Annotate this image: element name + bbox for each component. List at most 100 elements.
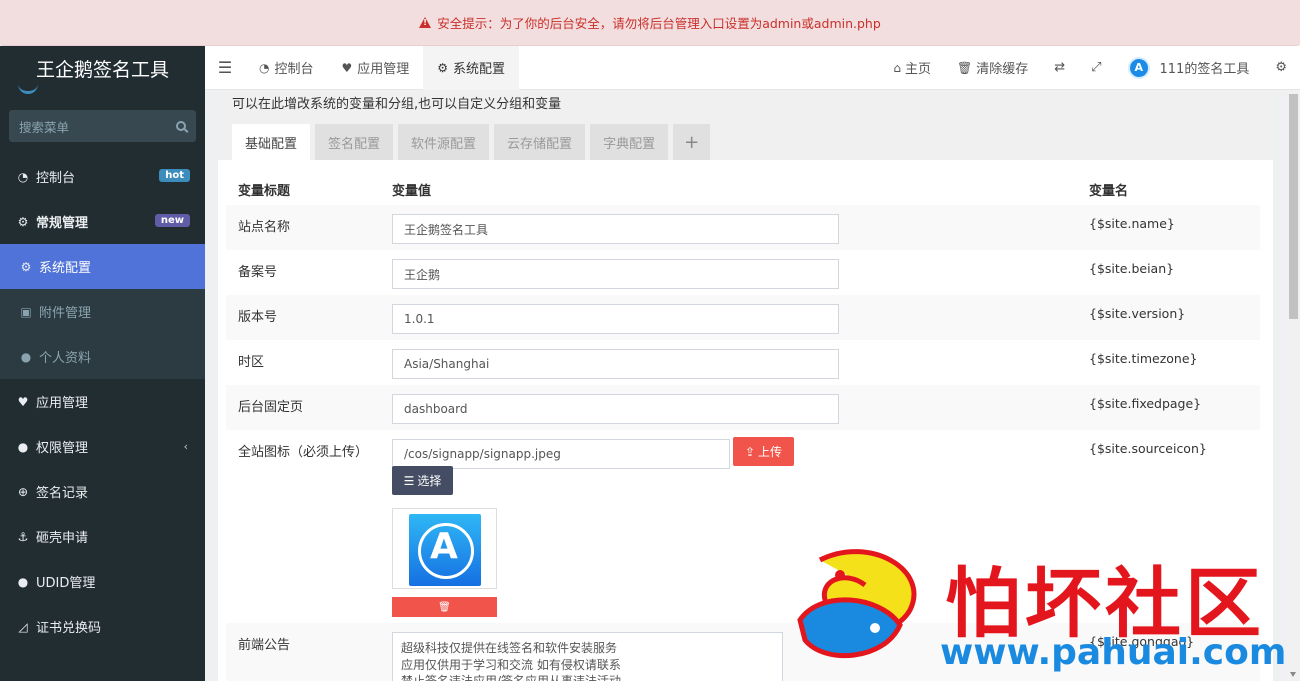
notice-line: 应用仅供用于学习和交流 如有侵权请联系 xyxy=(401,657,621,672)
add-group-button[interactable]: + xyxy=(673,124,711,160)
menu-toggle-icon[interactable]: ☰ xyxy=(205,58,245,77)
row-variable: {$site.name} xyxy=(1089,216,1175,231)
sidebar-item-profile[interactable]: ● 个人资料 xyxy=(0,334,205,379)
row-label: 时区 xyxy=(238,355,265,370)
settings-button[interactable]: ⚙ xyxy=(1262,60,1300,75)
alert-text: 安全提示：为了你的后台安全，请勿将后台管理入口设置为admin或admin.ph… xyxy=(437,16,881,31)
config-tabs: 基础配置 签名配置 软件源配置 云存储配置 字典配置 + xyxy=(232,124,715,160)
tab-dashboard[interactable]: ◔ 控制台 xyxy=(245,46,328,90)
select-button[interactable]: ☰ 选择 xyxy=(392,466,453,495)
sidebar-item-label: 应用管理 xyxy=(36,396,89,411)
sidebar-item-permissions[interactable]: ● 权限管理 ‹ xyxy=(0,424,205,469)
sidebar-item-apps[interactable]: ♥ 应用管理 xyxy=(0,379,205,424)
timezone-field[interactable]: Asia/Shanghai xyxy=(392,349,839,379)
sidebar: 王企鹅签名工具 搜索菜单 ◔ 控制台 hot ⚙ 常规管理 new ⚙ 系统配置… xyxy=(0,46,205,681)
site-icon-path-field[interactable]: /cos/signapp/signapp.jpeg xyxy=(392,439,730,469)
row-variable: {$site.fixedpage} xyxy=(1089,396,1202,411)
translate-icon: ⇄ xyxy=(1054,60,1066,75)
cogs-icon: ⚙ xyxy=(1275,60,1287,75)
home-label: 主页 xyxy=(904,62,931,77)
page-description: 可以在此增改系统的变量和分组,也可以自定义分组和变量 xyxy=(232,97,562,112)
cert-icon: ◿ xyxy=(18,619,28,634)
tab-label: 应用管理 xyxy=(357,62,410,77)
sidebar-item-label: 附件管理 xyxy=(39,306,92,321)
table-row: 备案号 王企鹅 {$site.beian} xyxy=(226,250,1260,295)
sidebar-item-decrypt[interactable]: ⚓ 砸壳申请 xyxy=(0,514,205,559)
menu-search[interactable]: 搜索菜单 xyxy=(9,110,196,142)
site-icon-preview xyxy=(392,508,497,589)
gear-icon: ⚙ xyxy=(437,60,449,75)
watermark-url: www.pahuai.com xyxy=(940,632,1287,673)
sidebar-item-general[interactable]: ⚙ 常规管理 new xyxy=(0,199,205,244)
scrollbar-thumb[interactable] xyxy=(1289,94,1298,319)
row-label: 备案号 xyxy=(238,265,278,280)
sidebar-item-sign-records[interactable]: ⊕ 签名记录 xyxy=(0,469,205,514)
topbar-actions: ⌂ 主页 🗑 清除缓存 ⇄ ⤢ 111的签名工具 ⚙ xyxy=(880,46,1300,90)
sidebar-item-system-config[interactable]: ⚙ 系统配置 xyxy=(0,244,205,289)
list-icon: ☰ xyxy=(403,473,415,488)
users-icon: ● xyxy=(17,439,29,454)
tab-basic-config[interactable]: 基础配置 xyxy=(232,124,311,160)
upload-label: 上传 xyxy=(758,445,783,459)
tab-source-config[interactable]: 软件源配置 xyxy=(398,124,490,160)
sidebar-item-label: 控制台 xyxy=(36,171,76,186)
row-variable: {$site.version} xyxy=(1089,306,1186,321)
home-icon: ⌂ xyxy=(893,60,901,75)
fullscreen-icon: ⤢ xyxy=(1091,60,1102,75)
tab-label: 控制台 xyxy=(274,62,314,77)
notice-line: 超级科技仅提供在线签名和软件安装服务 xyxy=(401,641,618,655)
home-link[interactable]: ⌂ 主页 xyxy=(880,58,944,78)
row-variable: {$site.timezone} xyxy=(1089,351,1198,366)
chevron-left-icon: ‹ xyxy=(183,440,188,453)
cogs-icon: ⚙ xyxy=(17,214,29,229)
tab-system-config[interactable]: ⚙ 系统配置 xyxy=(423,45,520,90)
tab-cloud-storage-config[interactable]: 云存储配置 xyxy=(494,124,586,160)
sidebar-item-label: 证书兑换码 xyxy=(36,621,102,636)
tab-dictionary-config[interactable]: 字典配置 xyxy=(590,124,669,160)
select-label: 选择 xyxy=(417,474,442,488)
search-input[interactable]: 搜索菜单 xyxy=(19,117,69,136)
notice-textarea[interactable]: 超级科技仅提供在线签名和软件安装服务 应用仅供用于学习和交流 如有侵权请联系 禁… xyxy=(392,632,783,681)
watermark: 怕坏社区 www.pahuai.com xyxy=(790,540,1300,681)
delete-icon-button[interactable]: 🗑 xyxy=(392,597,497,617)
tab-apps[interactable]: ♥ 应用管理 xyxy=(328,46,424,90)
image-icon: ▣ xyxy=(20,304,32,319)
fullscreen-button[interactable]: ⤢ xyxy=(1078,60,1114,75)
sidebar-item-udid[interactable]: ● UDID管理 xyxy=(0,559,205,604)
sidebar-item-label: 签名记录 xyxy=(36,486,89,501)
sidebar-item-label: 砸壳申请 xyxy=(36,531,89,546)
sidebar-item-cert-codes[interactable]: ◿ 证书兑换码 xyxy=(0,604,205,649)
header-title: 变量标题 xyxy=(238,184,291,199)
row-variable: {$site.sourceicon} xyxy=(1089,441,1207,456)
beian-field[interactable]: 王企鹅 xyxy=(392,259,839,289)
language-button[interactable]: ⇄ xyxy=(1041,60,1078,75)
site-name-field[interactable]: 王企鹅签名工具 xyxy=(392,214,839,244)
dashboard-icon: ◔ xyxy=(259,60,270,75)
sidebar-menu: ◔ 控制台 hot ⚙ 常规管理 new ⚙ 系统配置 ▣ 附件管理 ● 个人资… xyxy=(0,154,205,649)
sidebar-item-dashboard[interactable]: ◔ 控制台 hot xyxy=(0,154,205,199)
clear-cache-button[interactable]: 🗑 清除缓存 xyxy=(944,58,1041,78)
dashboard-icon: ◔ xyxy=(17,169,29,184)
sidebar-item-attachments[interactable]: ▣ 附件管理 xyxy=(0,289,205,334)
trash-icon: 🗑 xyxy=(956,60,973,75)
hot-badge: hot xyxy=(159,169,190,182)
gear-icon: ⚙ xyxy=(20,259,32,274)
fixed-page-field[interactable]: dashboard xyxy=(392,394,839,424)
row-label: 前端公告 xyxy=(238,638,291,653)
upload-icon: ⇪ xyxy=(744,444,756,459)
version-field[interactable]: 1.0.1 xyxy=(392,304,839,334)
upload-button[interactable]: ⇪ 上传 xyxy=(733,437,794,466)
new-badge: new xyxy=(154,214,190,227)
topbar: ☰ ◔ 控制台 ♥ 应用管理 ⚙ 系统配置 ⌂ 主页 🗑 清除缓存 ⇄ ⤢ 11… xyxy=(205,45,1300,90)
tab-sign-config[interactable]: 签名配置 xyxy=(315,124,394,160)
row-variable: {$site.beian} xyxy=(1089,261,1175,276)
table-row: 时区 Asia/Shanghai {$site.timezone} xyxy=(226,340,1260,385)
row-label: 后台固定页 xyxy=(238,400,304,415)
apple-icon: ● xyxy=(17,574,29,589)
sidebar-item-label: 系统配置 xyxy=(39,261,92,276)
sidebar-item-label: 个人资料 xyxy=(39,351,92,366)
header-name: 变量名 xyxy=(1089,184,1129,199)
search-icon[interactable] xyxy=(176,121,186,131)
user-menu[interactable]: 111的签名工具 xyxy=(1115,56,1263,79)
warning-icon xyxy=(419,17,432,28)
